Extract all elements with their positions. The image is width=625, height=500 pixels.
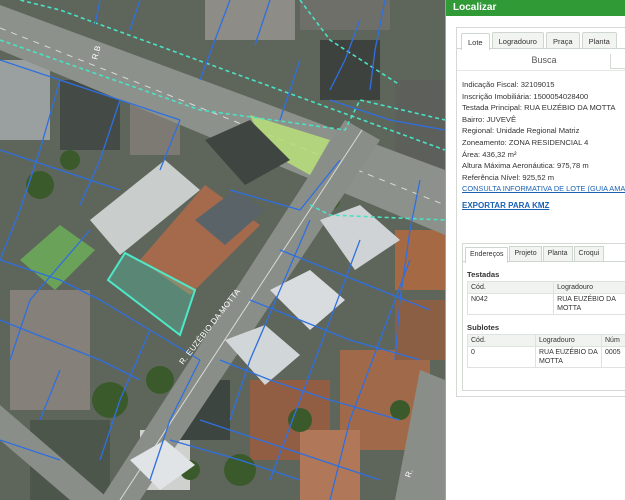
subtab-croqui[interactable]: Croqui (573, 246, 605, 261)
aerial-map[interactable]: R. EUZÉBIO DA MOTTA R.B R. (0, 0, 445, 500)
subtab-planta[interactable]: Planta (542, 246, 573, 261)
column-header: Núm (601, 334, 625, 347)
sublotes-table: Cód. Logradouro Núm 0 RUA EUZÉBIO DA MOT… (467, 334, 625, 368)
busca-label: Busca (531, 55, 557, 65)
address-subpanel: Endereços Projeto Planta Croqui Testadas… (462, 243, 625, 391)
info-row: Regional: Unidade Regional Matriz (462, 126, 580, 136)
table-cell: RUA EUZÉBIO DA MOTTA (553, 293, 625, 315)
column-header: Logradouro (535, 334, 602, 347)
tab-praca[interactable]: Praça (545, 32, 580, 48)
panel-title: Localizar (446, 0, 625, 16)
column-header: Logradouro (553, 281, 625, 294)
info-row: Inscrição Imobiliária: 1500054028400 (462, 91, 589, 101)
lot-info: Indicação Fiscal: 32109015 Inscrição Imo… (457, 71, 625, 212)
info-row: Indicação Fiscal: 32109015 (462, 80, 555, 89)
table-row[interactable]: 0 RUA EUZÉBIO DA MOTTA 0005 (467, 346, 625, 368)
info-row: Área: 436,32 m² (462, 149, 517, 159)
table-cell: 0 (467, 346, 536, 368)
table-cell: 0005 (601, 346, 625, 368)
info-row: Zoneamento: ZONA RESIDENCIAL 4 (462, 137, 589, 147)
column-header: Cód. (466, 281, 555, 294)
consulta-informativa-link[interactable]: CONSULTA INFORMATIVA DE LOTE (GUIA AMARE… (462, 184, 625, 193)
panel-body: Lote Logradouro Praça Planta Busca Indic… (456, 27, 625, 397)
table-cell: RUA EUZÉBIO DA MOTTA (535, 346, 602, 368)
info-row: Referência Nível: 925,52 m (462, 172, 555, 182)
main-tabs: Lote Logradouro Praça Planta (457, 28, 625, 50)
sub-tabs: Endereços Projeto Planta Croqui (463, 244, 625, 263)
info-row: Altura Máxima Aeronáutica: 975,78 m (462, 161, 589, 171)
table-cell: N042 (466, 293, 555, 315)
column-header: Cód. (467, 334, 536, 347)
table-row[interactable]: N042 RUA EUZÉBIO DA MOTTA (466, 293, 625, 315)
tab-logradouro[interactable]: Logradouro (491, 32, 544, 48)
sublotes-title: Sublotes (467, 323, 500, 332)
busca-toggle[interactable]: Busca (457, 49, 625, 71)
tab-planta[interactable]: Planta (581, 32, 617, 48)
map-canvas[interactable]: R. EUZÉBIO DA MOTTA R.B R. (0, 0, 445, 500)
testadas-title: Testadas (467, 270, 500, 279)
info-row: Testada Principal: RUA EUZÉBIO DA MOTTA (462, 103, 616, 113)
subtab-projeto[interactable]: Projeto (509, 246, 542, 261)
subtab-enderecos[interactable]: Endereços (465, 247, 509, 263)
info-row: Bairro: JUVEVÊ (462, 114, 517, 124)
export-kmz-link[interactable]: EXPORTAR PARA KMZ (462, 200, 625, 212)
testadas-table: Cód. Logradouro N042 RUA EUZÉBIO DA MOTT… (466, 281, 625, 315)
tab-lote[interactable]: Lote (461, 33, 490, 50)
localizar-panel: Localizar Lote Logradouro Praça Planta B… (445, 0, 625, 500)
